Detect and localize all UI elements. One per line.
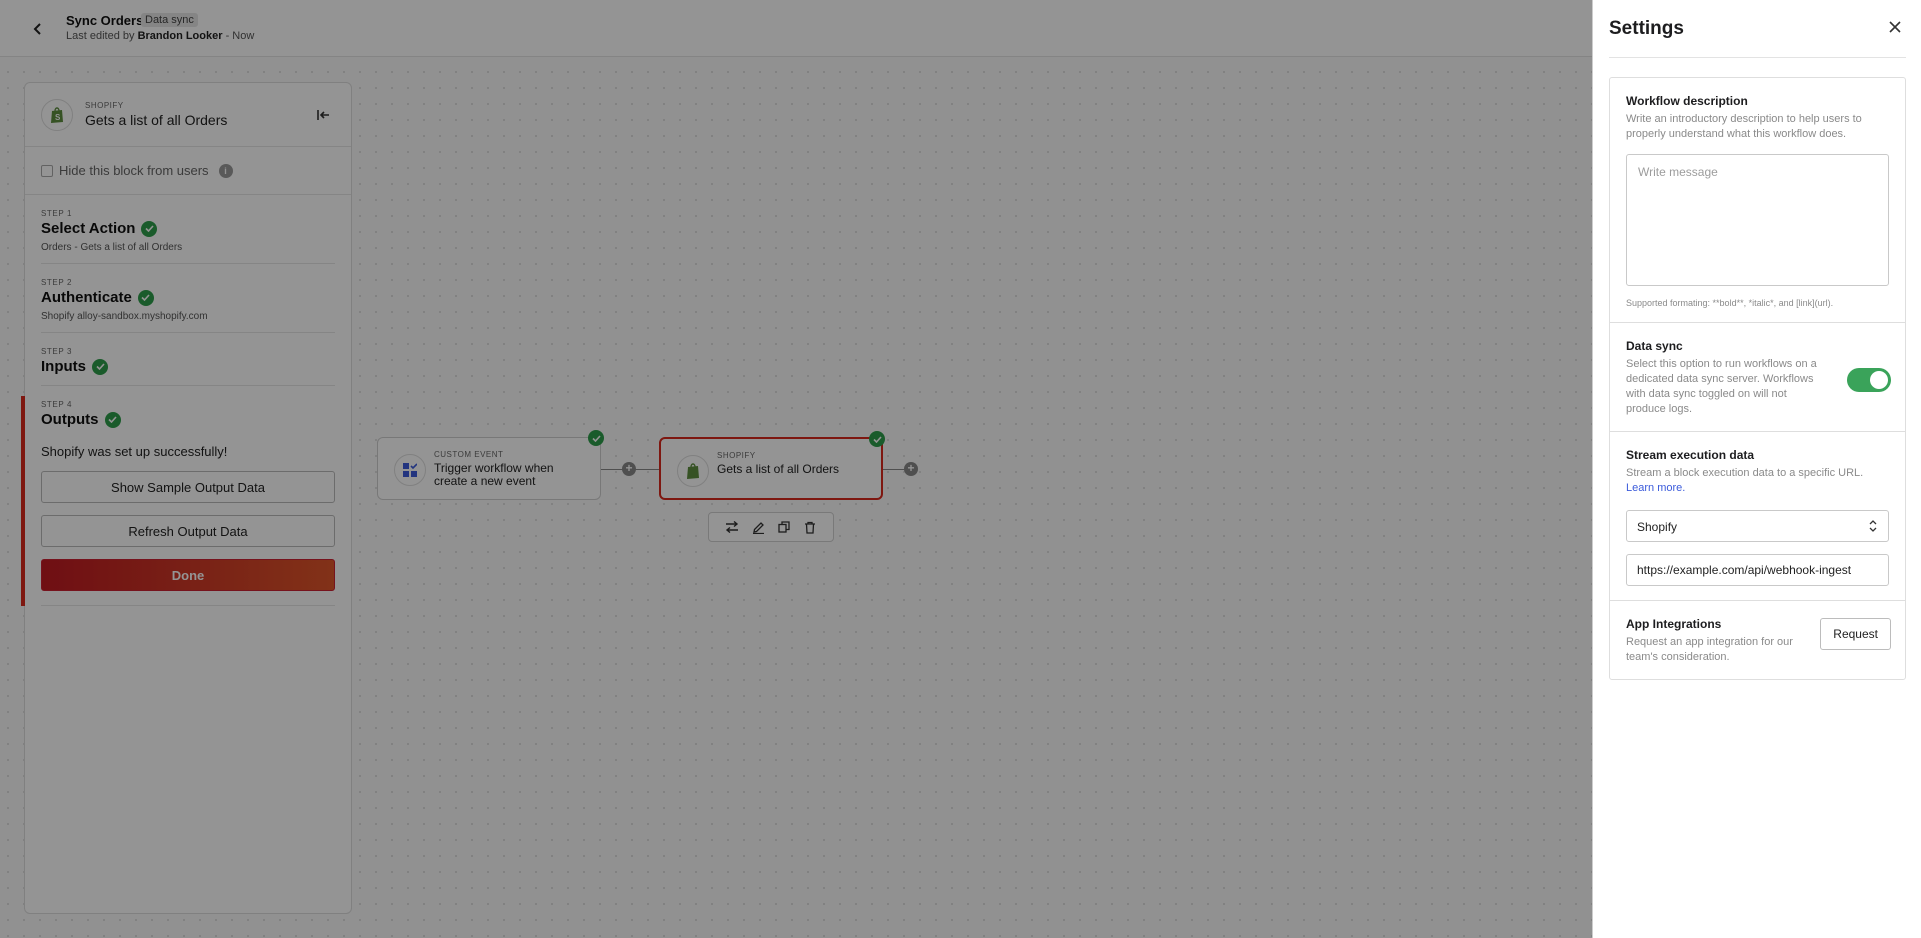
section-description: Write an introductory description to hel… — [1626, 113, 1862, 140]
stream-destination-select[interactable]: Shopify — [1626, 510, 1889, 542]
section-title: Data sync — [1626, 339, 1683, 353]
section-description: Select this option to run workflows on a… — [1626, 358, 1817, 415]
webhook-url-input[interactable] — [1626, 554, 1889, 586]
section-title: Workflow description — [1626, 94, 1748, 108]
drawer-title: Settings — [1609, 18, 1684, 39]
stream-execution-section: Stream execution data Stream a block exe… — [1610, 432, 1905, 601]
data-sync-toggle[interactable] — [1847, 368, 1891, 392]
app-integrations-section: App Integrations Request an app integrat… — [1610, 601, 1905, 679]
close-icon[interactable] — [1888, 20, 1904, 36]
request-integration-button[interactable]: Request — [1820, 618, 1891, 650]
section-description: Stream a block execution data to a speci… — [1626, 466, 1889, 496]
modal-overlay[interactable] — [0, 0, 1592, 938]
drawer-header: Settings — [1609, 0, 1906, 58]
settings-drawer: Settings Workflow description Write an i… — [1592, 0, 1921, 938]
select-value: Shopify — [1637, 520, 1678, 534]
formatting-hint: Supported formating: **bold**, *italic*,… — [1626, 298, 1834, 308]
learn-more-link[interactable]: Learn more. — [1626, 482, 1685, 494]
data-sync-section: Data sync Select this option to run work… — [1610, 323, 1905, 432]
chevron-up-down-icon — [1869, 520, 1877, 532]
workflow-description-input[interactable] — [1626, 154, 1889, 286]
section-title: Stream execution data — [1626, 448, 1755, 462]
stream-description-text: Stream a block execution data to a speci… — [1626, 467, 1864, 479]
section-description: Request an app integration for our team'… — [1626, 636, 1793, 663]
settings-card: Workflow description Write an introducto… — [1609, 77, 1906, 680]
workflow-description-section: Workflow description Write an introducto… — [1610, 78, 1905, 323]
